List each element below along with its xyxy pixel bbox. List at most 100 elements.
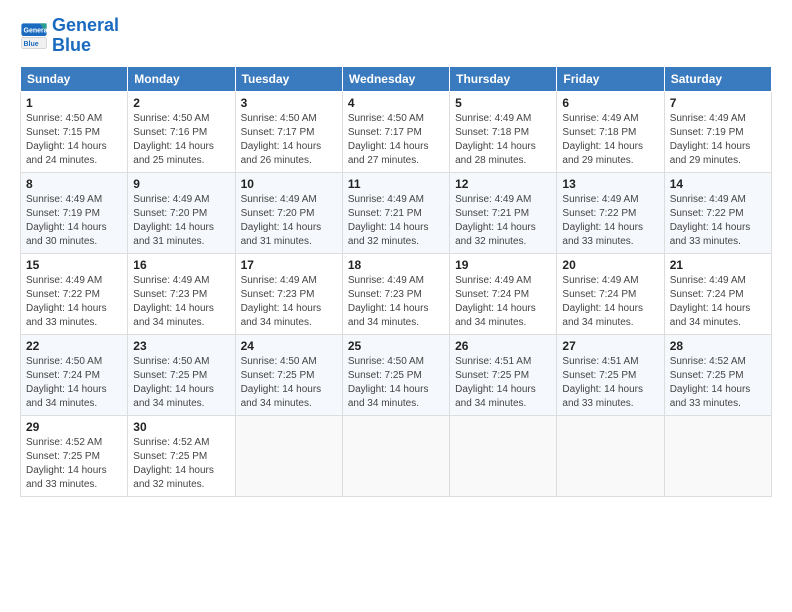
day-info: Sunrise: 4:50 AMSunset: 7:25 PMDaylight:…: [348, 355, 444, 411]
day-cell: [450, 415, 557, 496]
day-cell: 13 Sunrise: 4:49 AMSunset: 7:22 PMDayligh…: [557, 172, 664, 253]
day-number: 19: [455, 258, 551, 272]
weekday-header-row: SundayMondayTuesdayWednesdayThursdayFrid…: [21, 66, 772, 91]
day-cell: 27Sunrise: 4:51 AMSunset: 7:25 PMDayligh…: [557, 334, 664, 415]
day-info: Sunrise: 4:50 AMSunset: 7:17 PMDaylight:…: [348, 112, 444, 168]
day-info: Sunrise: 4:49 AMSunset: 7:19 PMDaylight:…: [670, 112, 766, 168]
day-info: Sunrise: 4:50 AMSunset: 7:17 PMDaylight:…: [241, 112, 337, 168]
day-number: 6: [562, 96, 658, 110]
weekday-sunday: Sunday: [21, 66, 128, 91]
day-info: Sunrise: 4:49 AMSunset: 7:23 PMDaylight:…: [348, 274, 444, 330]
weekday-wednesday: Wednesday: [342, 66, 449, 91]
day-number: 4: [348, 96, 444, 110]
day-cell: 14 Sunrise: 4:49 AMSunset: 7:22 PMDayligh…: [664, 172, 771, 253]
day-cell: 16Sunrise: 4:49 AMSunset: 7:23 PMDayligh…: [128, 253, 235, 334]
day-number: 29: [26, 420, 122, 434]
day-number: 7: [670, 96, 766, 110]
day-info: Sunrise: 4:50 AMSunset: 7:15 PMDaylight:…: [26, 112, 122, 168]
week-row-5: 29 Sunrise: 4:52 AMSunset: 7:25 PMDayligh…: [21, 415, 772, 496]
day-info: Sunrise: 4:52 AMSunset: 7:25 PMDaylight:…: [26, 436, 122, 492]
day-cell: 30 Sunrise: 4:52 AMSunset: 7:25 PMDayligh…: [128, 415, 235, 496]
day-cell: 24 Sunrise: 4:50 AMSunset: 7:25 PMDayligh…: [235, 334, 342, 415]
day-number: 21: [670, 258, 766, 272]
day-number: 25: [348, 339, 444, 353]
day-number: 8: [26, 177, 122, 191]
day-cell: [664, 415, 771, 496]
day-number: 3: [241, 96, 337, 110]
day-cell: 10 Sunrise: 4:49 AMSunset: 7:20 PMDayligh…: [235, 172, 342, 253]
day-info: Sunrise: 4:50 AMSunset: 7:25 PMDaylight:…: [133, 355, 229, 411]
day-info: Sunrise: 4:49 AMSunset: 7:24 PMDaylight:…: [455, 274, 551, 330]
day-number: 14: [670, 177, 766, 191]
day-info: Sunrise: 4:49 AMSunset: 7:22 PMDaylight:…: [670, 193, 766, 249]
weekday-thursday: Thursday: [450, 66, 557, 91]
day-info: Sunrise: 4:49 AMSunset: 7:22 PMDaylight:…: [562, 193, 658, 249]
calendar-body: 1Sunrise: 4:50 AMSunset: 7:15 PMDaylight…: [21, 91, 772, 496]
calendar-table: SundayMondayTuesdayWednesdayThursdayFrid…: [20, 66, 772, 497]
day-cell: 25 Sunrise: 4:50 AMSunset: 7:25 PMDayligh…: [342, 334, 449, 415]
day-cell: [235, 415, 342, 496]
logo-blue: Blue: [52, 35, 91, 55]
day-number: 30: [133, 420, 229, 434]
day-info: Sunrise: 4:49 AMSunset: 7:20 PMDaylight:…: [133, 193, 229, 249]
weekday-tuesday: Tuesday: [235, 66, 342, 91]
day-number: 10: [241, 177, 337, 191]
weekday-saturday: Saturday: [664, 66, 771, 91]
day-number: 28: [670, 339, 766, 353]
week-row-1: 1Sunrise: 4:50 AMSunset: 7:15 PMDaylight…: [21, 91, 772, 172]
day-cell: 11Sunrise: 4:49 AMSunset: 7:21 PMDayligh…: [342, 172, 449, 253]
week-row-3: 15Sunrise: 4:49 AMSunset: 7:22 PMDayligh…: [21, 253, 772, 334]
day-number: 18: [348, 258, 444, 272]
weekday-monday: Monday: [128, 66, 235, 91]
day-number: 27: [562, 339, 658, 353]
day-number: 9: [133, 177, 229, 191]
day-cell: [342, 415, 449, 496]
day-info: Sunrise: 4:50 AMSunset: 7:25 PMDaylight:…: [241, 355, 337, 411]
day-info: Sunrise: 4:49 AMSunset: 7:18 PMDaylight:…: [455, 112, 551, 168]
day-info: Sunrise: 4:49 AMSunset: 7:22 PMDaylight:…: [26, 274, 122, 330]
day-cell: 26Sunrise: 4:51 AMSunset: 7:25 PMDayligh…: [450, 334, 557, 415]
day-number: 24: [241, 339, 337, 353]
day-number: 20: [562, 258, 658, 272]
header: General Blue General Blue: [20, 16, 772, 56]
day-number: 13: [562, 177, 658, 191]
day-info: Sunrise: 4:49 AMSunset: 7:23 PMDaylight:…: [241, 274, 337, 330]
day-cell: 3 Sunrise: 4:50 AMSunset: 7:17 PMDaylight…: [235, 91, 342, 172]
weekday-friday: Friday: [557, 66, 664, 91]
logo-icon: General Blue: [20, 22, 48, 50]
day-cell: 2Sunrise: 4:50 AMSunset: 7:16 PMDaylight…: [128, 91, 235, 172]
week-row-2: 8 Sunrise: 4:49 AMSunset: 7:19 PMDaylight…: [21, 172, 772, 253]
day-number: 12: [455, 177, 551, 191]
day-info: Sunrise: 4:50 AMSunset: 7:16 PMDaylight:…: [133, 112, 229, 168]
svg-text:General: General: [24, 27, 49, 34]
day-cell: 23 Sunrise: 4:50 AMSunset: 7:25 PMDayligh…: [128, 334, 235, 415]
day-cell: [557, 415, 664, 496]
day-info: Sunrise: 4:49 AMSunset: 7:19 PMDaylight:…: [26, 193, 122, 249]
day-cell: 5Sunrise: 4:49 AMSunset: 7:18 PMDaylight…: [450, 91, 557, 172]
day-cell: 8 Sunrise: 4:49 AMSunset: 7:19 PMDaylight…: [21, 172, 128, 253]
day-info: Sunrise: 4:49 AMSunset: 7:24 PMDaylight:…: [562, 274, 658, 330]
day-info: Sunrise: 4:49 AMSunset: 7:20 PMDaylight:…: [241, 193, 337, 249]
week-row-4: 22 Sunrise: 4:50 AMSunset: 7:24 PMDayligh…: [21, 334, 772, 415]
day-info: Sunrise: 4:52 AMSunset: 7:25 PMDaylight:…: [133, 436, 229, 492]
day-number: 23: [133, 339, 229, 353]
day-cell: 6Sunrise: 4:49 AMSunset: 7:18 PMDaylight…: [557, 91, 664, 172]
day-number: 22: [26, 339, 122, 353]
day-cell: 17 Sunrise: 4:49 AMSunset: 7:23 PMDayligh…: [235, 253, 342, 334]
day-cell: 4 Sunrise: 4:50 AMSunset: 7:17 PMDaylight…: [342, 91, 449, 172]
page: General Blue General Blue SundayMondayTu…: [0, 0, 792, 612]
day-info: Sunrise: 4:49 AMSunset: 7:24 PMDaylight:…: [670, 274, 766, 330]
day-cell: 21 Sunrise: 4:49 AMSunset: 7:24 PMDayligh…: [664, 253, 771, 334]
day-cell: 29 Sunrise: 4:52 AMSunset: 7:25 PMDayligh…: [21, 415, 128, 496]
day-cell: 28 Sunrise: 4:52 AMSunset: 7:25 PMDayligh…: [664, 334, 771, 415]
day-cell: 20 Sunrise: 4:49 AMSunset: 7:24 PMDayligh…: [557, 253, 664, 334]
day-number: 17: [241, 258, 337, 272]
day-cell: 12Sunrise: 4:49 AMSunset: 7:21 PMDayligh…: [450, 172, 557, 253]
day-info: Sunrise: 4:50 AMSunset: 7:24 PMDaylight:…: [26, 355, 122, 411]
day-cell: 15Sunrise: 4:49 AMSunset: 7:22 PMDayligh…: [21, 253, 128, 334]
day-info: Sunrise: 4:49 AMSunset: 7:23 PMDaylight:…: [133, 274, 229, 330]
day-cell: 9 Sunrise: 4:49 AMSunset: 7:20 PMDaylight…: [128, 172, 235, 253]
logo: General Blue General Blue: [20, 16, 119, 56]
day-info: Sunrise: 4:52 AMSunset: 7:25 PMDaylight:…: [670, 355, 766, 411]
day-cell: 1Sunrise: 4:50 AMSunset: 7:15 PMDaylight…: [21, 91, 128, 172]
